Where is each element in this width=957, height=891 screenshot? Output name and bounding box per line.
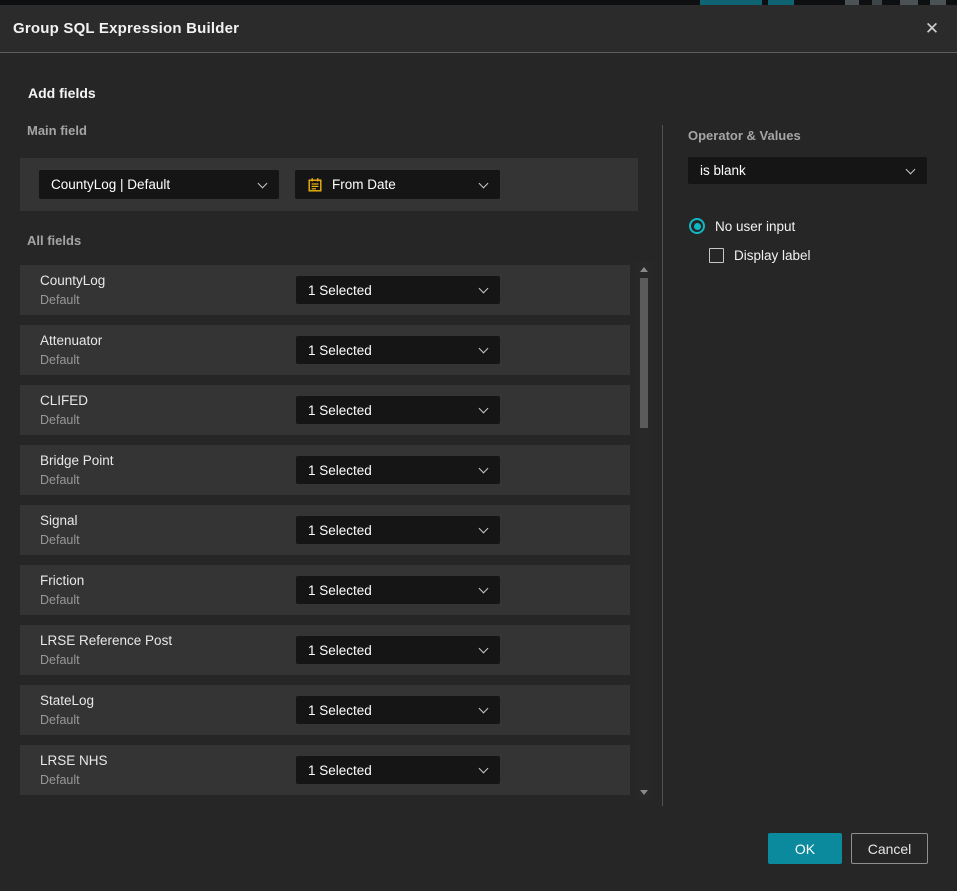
field-row-name: CLIFED [40, 393, 88, 408]
field-row-name: LRSE Reference Post [40, 633, 172, 648]
chevron-down-icon [479, 404, 489, 414]
field-row: Attenuator Default 1 Selected [20, 325, 630, 375]
chevron-down-icon [479, 344, 489, 354]
operator-select[interactable]: is blank [688, 157, 927, 184]
radio-dot [694, 223, 701, 230]
chevron-down-icon [479, 464, 489, 474]
all-fields-list: CountyLog Default 1 Selected Attenuator … [0, 265, 638, 795]
main-field-label: Main field [27, 123, 87, 138]
field-row-subtitle: Default [40, 473, 80, 487]
field-row-selected-dropdown[interactable]: 1 Selected [296, 576, 500, 604]
field-row-subtitle: Default [40, 593, 80, 607]
field-row-name: Attenuator [40, 333, 102, 348]
add-fields-heading: Add fields [28, 85, 96, 101]
no-user-input-label: No user input [715, 219, 795, 234]
scrollbar-down-arrow-icon[interactable] [640, 790, 648, 795]
field-row: StateLog Default 1 Selected [20, 685, 630, 735]
calendar-icon [307, 177, 323, 193]
chevron-down-icon [479, 584, 489, 594]
field-row-selected-value: 1 Selected [308, 403, 372, 418]
field-row-selected-dropdown[interactable]: 1 Selected [296, 696, 500, 724]
all-fields-label: All fields [27, 233, 81, 248]
field-row-name: CountyLog [40, 273, 105, 288]
main-field-dataset-value: CountyLog | Default [51, 177, 170, 192]
main-field-field-value: From Date [332, 177, 396, 192]
field-row-selected-dropdown[interactable]: 1 Selected [296, 396, 500, 424]
field-row-subtitle: Default [40, 413, 80, 427]
field-row-name: Friction [40, 573, 84, 588]
vertical-divider [662, 125, 663, 806]
operator-select-value: is blank [700, 163, 746, 178]
field-row-selected-value: 1 Selected [308, 523, 372, 538]
field-row-selected-value: 1 Selected [308, 763, 372, 778]
chevron-down-icon [479, 704, 489, 714]
chevron-down-icon [906, 164, 916, 174]
field-row-name: LRSE NHS [40, 753, 108, 768]
field-row: LRSE NHS Default 1 Selected [20, 745, 630, 795]
display-label-checkbox[interactable]: Display label [709, 248, 811, 263]
field-row: CLIFED Default 1 Selected [20, 385, 630, 435]
scrollbar-thumb[interactable] [640, 278, 648, 428]
field-row: Friction Default 1 Selected [20, 565, 630, 615]
field-row-selected-value: 1 Selected [308, 703, 372, 718]
field-row-selected-value: 1 Selected [308, 643, 372, 658]
field-row-selected-dropdown[interactable]: 1 Selected [296, 636, 500, 664]
field-row-subtitle: Default [40, 293, 80, 307]
operator-values-label: Operator & Values [688, 128, 801, 143]
field-row-selected-value: 1 Selected [308, 583, 372, 598]
field-row-selected-value: 1 Selected [308, 283, 372, 298]
field-row-selected-dropdown[interactable]: 1 Selected [296, 456, 500, 484]
dialog-titlebar: Group SQL Expression Builder ✕ [0, 5, 957, 53]
field-row: Signal Default 1 Selected [20, 505, 630, 555]
field-row-selected-dropdown[interactable]: 1 Selected [296, 516, 500, 544]
field-row: CountyLog Default 1 Selected [20, 265, 630, 315]
ok-button[interactable]: OK [768, 833, 842, 864]
field-row-name: Signal [40, 513, 78, 528]
dialog-title: Group SQL Expression Builder [13, 20, 239, 37]
field-row-subtitle: Default [40, 653, 80, 667]
main-field-dataset-select[interactable]: CountyLog | Default [39, 170, 279, 199]
field-row: Bridge Point Default 1 Selected [20, 445, 630, 495]
cancel-button[interactable]: Cancel [851, 833, 928, 864]
close-icon[interactable]: ✕ [919, 16, 945, 42]
field-row-subtitle: Default [40, 353, 80, 367]
field-row-selected-value: 1 Selected [308, 343, 372, 358]
scrollbar-up-arrow-icon[interactable] [640, 267, 648, 272]
field-row-selected-dropdown[interactable]: 1 Selected [296, 756, 500, 784]
chevron-down-icon [479, 524, 489, 534]
field-row-subtitle: Default [40, 533, 80, 547]
main-field-field-select[interactable]: From Date [295, 170, 500, 199]
field-row-name: StateLog [40, 693, 94, 708]
field-row: LRSE Reference Post Default 1 Selected [20, 625, 630, 675]
display-label-text: Display label [734, 248, 811, 263]
chevron-down-icon [479, 178, 489, 188]
radio-selected-icon [689, 218, 705, 234]
group-sql-expression-builder-dialog: Group SQL Expression Builder ✕ Add field… [0, 5, 957, 891]
checkbox-unchecked-icon [709, 248, 724, 263]
field-row-selected-dropdown[interactable]: 1 Selected [296, 276, 500, 304]
no-user-input-radio[interactable]: No user input [689, 218, 795, 234]
field-row-selected-value: 1 Selected [308, 463, 372, 478]
field-row-subtitle: Default [40, 773, 80, 787]
chevron-down-icon [479, 764, 489, 774]
list-scrollbar[interactable] [636, 262, 652, 800]
field-row-selected-dropdown[interactable]: 1 Selected [296, 336, 500, 364]
field-row-name: Bridge Point [40, 453, 114, 468]
chevron-down-icon [479, 284, 489, 294]
chevron-down-icon [258, 178, 268, 188]
chevron-down-icon [479, 644, 489, 654]
field-row-subtitle: Default [40, 713, 80, 727]
main-field-panel: CountyLog | Default From Date [20, 158, 638, 211]
